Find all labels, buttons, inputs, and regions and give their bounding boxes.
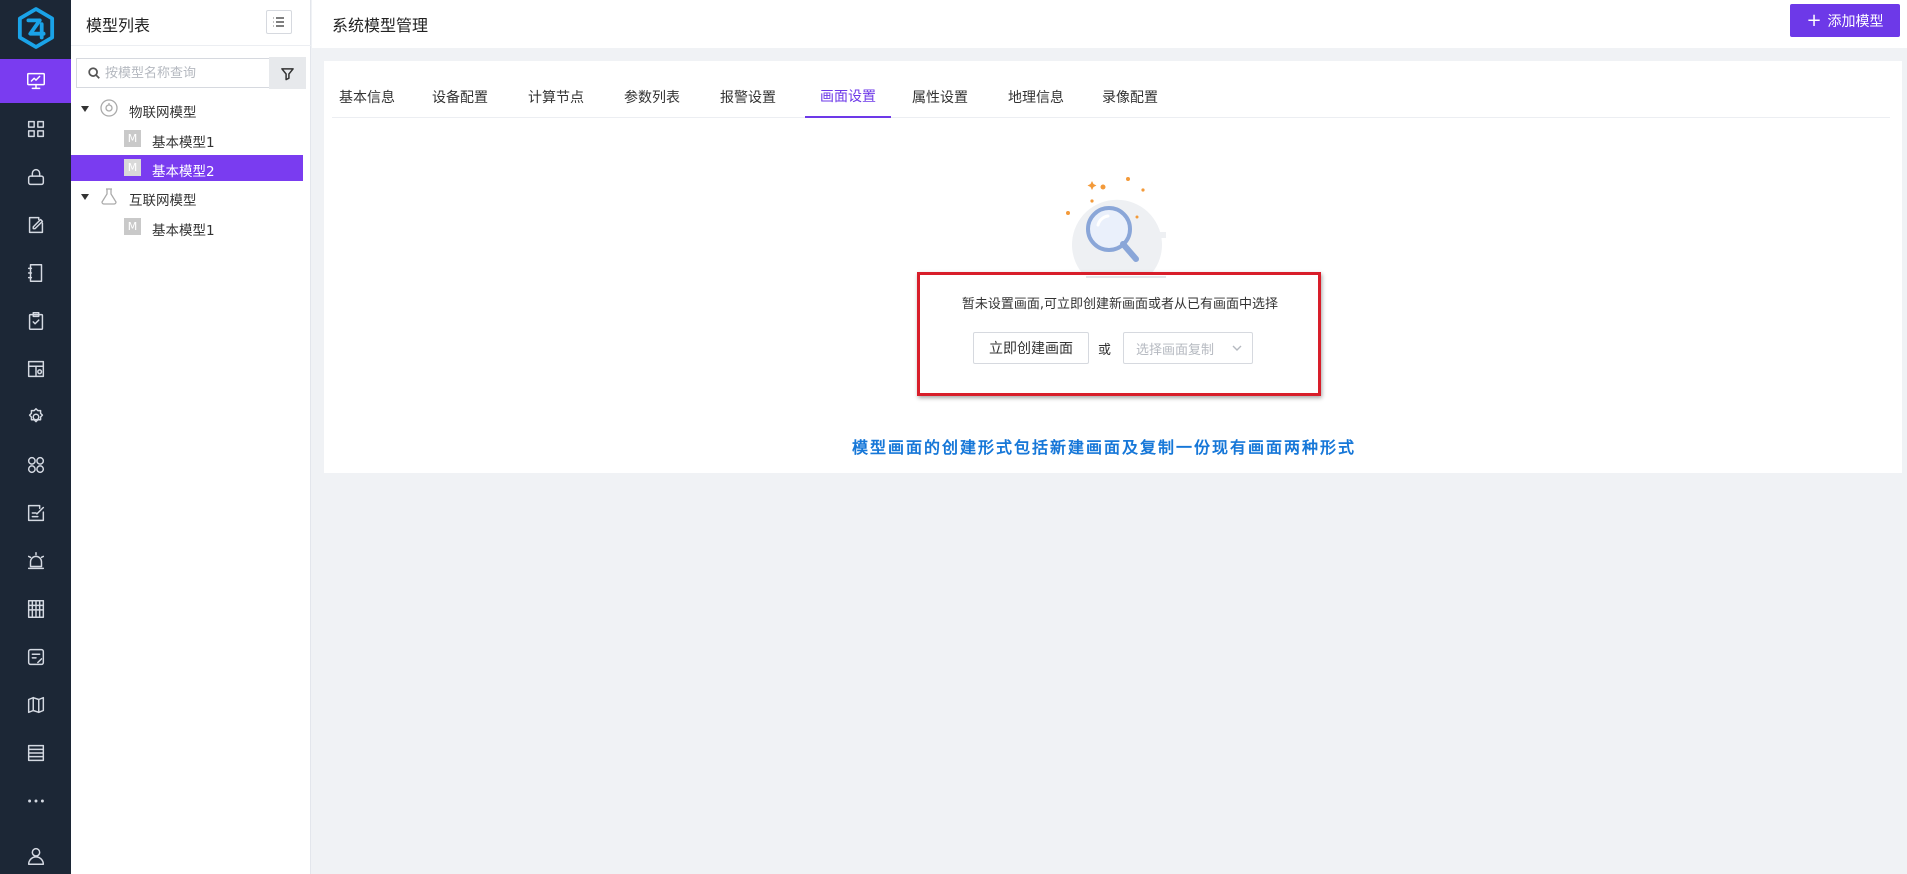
tab-basic-info[interactable]: 基本信息 xyxy=(332,75,402,118)
more-icon xyxy=(27,799,44,803)
rail-item-lock[interactable] xyxy=(0,155,71,199)
rail-item-building[interactable] xyxy=(0,587,71,631)
list-icon xyxy=(27,744,44,762)
expand-caret-icon[interactable] xyxy=(81,106,89,112)
rail-item-user[interactable] xyxy=(0,834,71,874)
search-icon xyxy=(88,67,100,79)
rail-item-monitor[interactable] xyxy=(0,59,71,103)
image-gallery-icon xyxy=(27,360,44,378)
add-model-button[interactable]: + 添加模型 xyxy=(1790,4,1900,37)
iot-model-icon xyxy=(99,98,119,122)
model-badge: M xyxy=(124,218,141,235)
page-title: 系统模型管理 xyxy=(332,16,429,35)
rail-item-clipboard[interactable] xyxy=(0,299,71,343)
icon-rail xyxy=(0,0,71,874)
tree-node-label: 基本模型2 xyxy=(152,164,215,180)
rail-item-edit-note[interactable] xyxy=(0,203,71,247)
plus-icon: + xyxy=(1806,9,1822,31)
chevron-down-icon xyxy=(1232,342,1242,352)
rail-item-form-edit[interactable] xyxy=(0,491,71,535)
rail-item-list[interactable] xyxy=(0,731,71,775)
annotation-text: 模型画面的创建形式包括新建画面及复制一份现有画面两种形式 xyxy=(851,438,1356,457)
settings-icon xyxy=(28,408,43,423)
create-screen-button[interactable]: 立即创建画面 xyxy=(973,332,1089,364)
monitor-icon xyxy=(26,72,45,90)
rail-item-settings[interactable] xyxy=(0,395,71,439)
lock-icon xyxy=(27,168,44,186)
add-model-label: 添加模型 xyxy=(1827,13,1884,30)
copy-screen-select-placeholder: 选择画面复制 xyxy=(1136,342,1215,358)
tab-bar: 基本信息 设备配置 计算节点 参数列表 报警设置 画面设置 属性设置 地理信息 … xyxy=(332,61,1890,118)
apps-icon xyxy=(27,456,44,474)
rail-item-notebook[interactable] xyxy=(0,251,71,295)
or-separator: 或 xyxy=(1098,343,1112,358)
tree-node-iot-group[interactable]: 物联网模型 xyxy=(71,96,303,122)
tree-node-label: 基本模型1 xyxy=(152,223,215,239)
model-detail-card: 基本信息 设备配置 计算节点 参数列表 报警设置 画面设置 属性设置 地理信息 … xyxy=(324,61,1902,473)
map-icon xyxy=(27,696,44,714)
filter-icon xyxy=(281,67,294,80)
logo-icon xyxy=(17,6,54,49)
grid-icon xyxy=(27,120,44,138)
empty-state-message: 暂未设置画面,可立即创建新画面或者从已有画面中选择 xyxy=(961,297,1279,312)
clipboard-check-icon xyxy=(28,312,43,330)
alarm-light-icon xyxy=(27,552,44,570)
tab-compute-nodes[interactable]: 计算节点 xyxy=(516,75,596,118)
tree-title: 模型列表 xyxy=(86,16,151,35)
expand-caret-icon[interactable] xyxy=(81,194,89,200)
copy-screen-select[interactable]: 选择画面复制 xyxy=(1123,332,1253,364)
tree-node-model-selected[interactable]: M 基本模型2 xyxy=(71,155,303,181)
form-edit-icon xyxy=(27,504,44,522)
tree-menu-button[interactable] xyxy=(266,10,292,34)
notebook-icon xyxy=(27,264,42,282)
card-edit-icon xyxy=(27,648,44,666)
tab-property-settings[interactable]: 属性设置 xyxy=(900,75,980,118)
rail-item-apps[interactable] xyxy=(0,443,71,487)
tab-parameters[interactable]: 参数列表 xyxy=(612,75,692,118)
tree-node-label: 基本模型1 xyxy=(152,135,215,151)
rail-item-map[interactable] xyxy=(0,683,71,727)
tab-screen-settings[interactable]: 画面设置 xyxy=(805,75,891,118)
tree-header: 模型列表 xyxy=(71,0,311,46)
app-logo[interactable] xyxy=(0,0,71,55)
tree-node-model[interactable]: M 基本模型1 xyxy=(71,214,303,240)
model-search-box xyxy=(76,58,276,88)
model-badge: M xyxy=(124,130,141,147)
tree-node-model[interactable]: M 基本模型1 xyxy=(71,126,303,152)
rail-item-more[interactable] xyxy=(0,779,71,823)
rail-item-card-edit[interactable] xyxy=(0,635,71,679)
rail-item-gallery[interactable] xyxy=(0,347,71,391)
tree-node-internet-group[interactable]: 互联网模型 xyxy=(71,184,303,210)
building-icon xyxy=(27,600,44,618)
empty-search-illustration xyxy=(1066,177,1166,278)
page-header: 系统模型管理 + 添加模型 xyxy=(312,0,1907,48)
model-search-input[interactable] xyxy=(105,65,265,81)
tab-geo-info[interactable]: 地理信息 xyxy=(996,75,1076,118)
filter-button[interactable] xyxy=(269,57,306,89)
tab-recording-config[interactable]: 录像配置 xyxy=(1090,75,1170,118)
edit-note-icon xyxy=(28,216,43,234)
tab-device-config[interactable]: 设备配置 xyxy=(420,75,500,118)
rail-item-alarm[interactable] xyxy=(0,539,71,583)
model-badge: M xyxy=(124,159,141,176)
tab-alarm-settings[interactable]: 报警设置 xyxy=(708,75,788,118)
rail-item-grid[interactable] xyxy=(0,107,71,151)
model-tree-panel: 模型列表 物联网模型 M 基本模型1 M 基本模型2 互联网模型 M 基本模型1 xyxy=(71,0,311,874)
tree-node-label: 互联网模型 xyxy=(129,193,197,209)
list-menu-icon xyxy=(273,17,284,27)
user-icon xyxy=(27,847,44,865)
tree-node-label: 物联网模型 xyxy=(129,105,197,121)
internet-model-icon xyxy=(99,186,119,210)
